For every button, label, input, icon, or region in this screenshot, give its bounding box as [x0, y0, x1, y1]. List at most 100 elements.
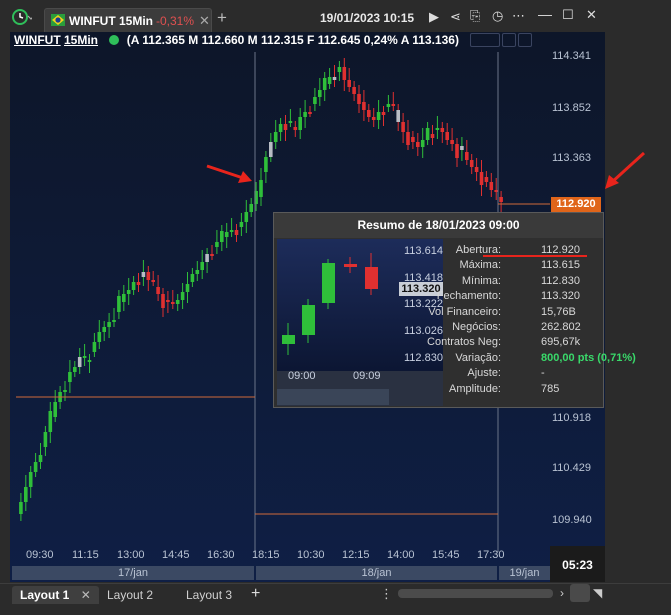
price-label: 113.852: [552, 102, 591, 114]
mini-price-label: 113.614: [404, 245, 443, 257]
minimize-icon[interactable]: —: [538, 6, 552, 22]
candle-body: [465, 152, 469, 160]
layout-menu-icon[interactable]: ⋮: [380, 586, 393, 602]
candle-body: [38, 455, 43, 462]
tab-layout-3[interactable]: Layout 3: [178, 586, 240, 604]
summary-value: 15,76B: [541, 305, 576, 318]
candle-body: [200, 262, 204, 270]
close-layout-icon[interactable]: ✕: [81, 588, 91, 602]
daily-summary-popup: Resumo de 18/01/2023 09:00 113.614 113.4…: [273, 212, 636, 408]
candle-body: [322, 78, 327, 90]
symbol-label[interactable]: WINFUT: [14, 33, 61, 47]
summary-label: Máxima:: [459, 259, 501, 272]
candle-body: [283, 124, 288, 130]
summary-value: 785: [541, 382, 560, 395]
price-label: 114.341: [552, 50, 591, 62]
time-label: 11:15: [72, 549, 99, 561]
candle-body: [337, 67, 342, 72]
candle-body: [136, 282, 141, 285]
candle-body: [122, 294, 126, 302]
play-icon[interactable]: ▶: [429, 9, 439, 25]
candle-body: [24, 487, 28, 502]
more-icon[interactable]: ⋯: [512, 8, 525, 24]
candle-body: [131, 282, 136, 290]
candle-body: [450, 140, 454, 144]
candle-body: [107, 322, 111, 327]
scroll-right-icon[interactable]: ›: [560, 586, 564, 600]
tab-winfut[interactable]: WINFUT 15Min -0,31% ✕: [44, 8, 212, 32]
close-window-icon[interactable]: ✕: [586, 7, 597, 23]
mini-chart: 113.614 113.418 113.222 113.026 112.830 …: [277, 239, 443, 406]
candle-body: [259, 180, 263, 197]
candle-body: [220, 231, 224, 242]
candle-body: [396, 110, 400, 122]
options-button[interactable]: [570, 584, 590, 602]
summary-label: Fechamento:: [436, 290, 501, 303]
layout-scrollbar[interactable]: [398, 589, 553, 598]
brazil-flag-icon: [51, 14, 65, 26]
candle-body: [68, 372, 72, 382]
summary-label: Vol Financeiro:: [428, 305, 501, 318]
add-layout-icon[interactable]: +: [251, 585, 260, 603]
tab-layout-1[interactable]: Layout 1 ✕: [12, 586, 99, 604]
zoom-in-icon[interactable]: [518, 33, 532, 47]
tab-layout-2[interactable]: Layout 2: [99, 586, 161, 604]
history-icon[interactable]: ◷: [492, 8, 503, 24]
interval-label[interactable]: 15Min: [64, 33, 98, 47]
candle-body: [445, 132, 449, 140]
date-bar: 17/jan 18/jan 19/jan: [12, 566, 550, 581]
candle-body: [273, 132, 278, 142]
tab-title: WINFUT 15Min: [69, 14, 153, 28]
mini-price-label: 112.830: [404, 352, 443, 364]
summary-value: 113.615: [541, 259, 580, 272]
layout-tab-label: Layout 3: [186, 588, 233, 602]
candle-body: [430, 134, 435, 138]
candle-body: [73, 367, 77, 372]
candle-body: [156, 287, 160, 294]
candle-body: [293, 127, 298, 130]
candle-body: [229, 230, 234, 232]
candle-body: [239, 222, 244, 227]
price-label: 110.429: [552, 462, 591, 474]
zoom-out-icon[interactable]: [502, 33, 516, 47]
maximize-icon[interactable]: ☐: [562, 7, 574, 23]
summary-label: Mínima:: [461, 274, 501, 287]
summary-value: 800,00 pts (0,71%): [541, 351, 636, 364]
export-icon[interactable]: ⎘: [470, 8, 480, 24]
add-tab-icon[interactable]: +: [217, 8, 227, 28]
candle-body: [440, 128, 445, 132]
summary-value: 695,67k: [541, 336, 581, 349]
candle-body: [347, 80, 351, 87]
candle-body: [288, 121, 293, 123]
cursor-tool-icon[interactable]: [470, 33, 500, 47]
datetime: 19/01/2023 10:15: [320, 11, 415, 25]
annotation-arrow-right: [605, 151, 646, 189]
date-label: 17/jan: [12, 566, 254, 580]
time-label: 16:30: [207, 549, 235, 561]
candle-body: [146, 272, 151, 280]
title-bar: WINFUT 15Min -0,31% ✕ + 19/01/2023 10:15…: [0, 0, 671, 34]
candle-body: [474, 167, 479, 172]
summary-label: Ajuste:: [467, 367, 501, 380]
candle-body: [308, 112, 312, 114]
close-tab-icon[interactable]: ✕: [199, 13, 210, 29]
quote-summary: (A 112.365 M 112.660 M 112.315 F 112.645…: [126, 33, 459, 47]
mini-price-label: 113.026: [404, 325, 443, 337]
candle-body: [141, 272, 146, 277]
candle-body: [342, 67, 347, 80]
candle-countdown: 05:23: [550, 546, 605, 582]
candle-body: [43, 432, 48, 447]
collapse-icon[interactable]: ◥: [593, 586, 602, 600]
clock-menu-icon[interactable]: [12, 9, 32, 29]
summary-label: Variação:: [455, 351, 501, 364]
candle-body: [371, 117, 376, 120]
candle-body: [376, 112, 381, 120]
candle-body: [303, 112, 307, 117]
candle-body: [318, 90, 322, 97]
date-label: 19/jan: [499, 566, 550, 580]
layout-tab-label: Layout 2: [107, 588, 154, 602]
time-label: 18:15: [252, 549, 280, 561]
share-icon[interactable]: ⋖: [450, 9, 461, 25]
layout-tab-label: Layout 1: [20, 588, 70, 602]
candle-body: [48, 411, 53, 432]
